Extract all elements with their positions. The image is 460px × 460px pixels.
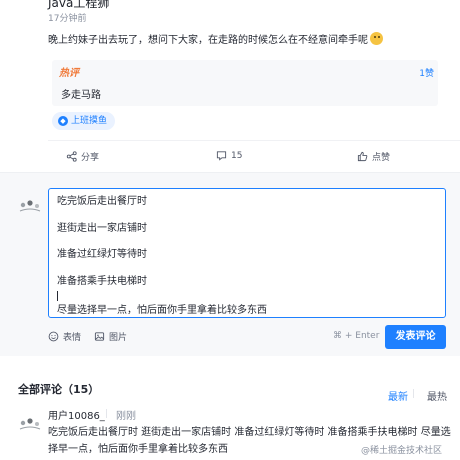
avatar[interactable] bbox=[18, 197, 42, 215]
emoji-label: 表情 bbox=[63, 333, 82, 343]
divider bbox=[106, 409, 107, 418]
smile-icon bbox=[48, 331, 59, 342]
hot-comment-likes: 1赞 bbox=[419, 69, 434, 79]
hot-comment-text: 多走马路 bbox=[61, 90, 101, 101]
sort-hottest-tab[interactable]: 最热 bbox=[427, 388, 447, 403]
editor-line: 吃完饭后走出餐厅时 bbox=[57, 196, 147, 207]
page: Java工程狮 17分钟前 晚上约妹子出去玩了，想问下大家，在走路的时候怎么在不… bbox=[0, 0, 460, 460]
image-button[interactable]: 图片 bbox=[94, 330, 127, 343]
all-comments-title: 全部评论（15） bbox=[18, 383, 100, 396]
shortcut-hint: ⌘ + Enter bbox=[333, 331, 380, 341]
image-label: 图片 bbox=[109, 333, 128, 343]
thinking-emoji-icon bbox=[370, 32, 383, 45]
sort-newest-tab[interactable]: 最新 bbox=[388, 388, 408, 403]
share-label: 分享 bbox=[81, 153, 100, 163]
editor-line: 尽量选择早一点，怕后面你手里拿着比较多东西 bbox=[57, 304, 267, 316]
post-content: 晚上约妹子出去玩了，想问下大家，在走路的时候怎么在不经意间牵手呢 bbox=[48, 32, 448, 49]
hot-comment[interactable]: 热评 1赞 多走马路 bbox=[52, 60, 438, 106]
editor-line: 逛街走出一家店铺时 bbox=[57, 222, 147, 234]
image-icon bbox=[94, 332, 105, 341]
comment-icon bbox=[216, 151, 227, 161]
share-button[interactable]: 分享 bbox=[66, 150, 99, 163]
avatar[interactable] bbox=[18, 415, 42, 433]
post-text: 晚上约妹子出去玩了，想问下大家，在走路的时候怎么在不经意间牵手呢 bbox=[48, 35, 368, 46]
topic-label: 上班摸鱼 bbox=[71, 116, 108, 126]
hot-comment-tag: 热评 bbox=[59, 68, 79, 79]
thumbs-up-icon bbox=[357, 151, 368, 162]
comment-count: 15 bbox=[231, 150, 243, 161]
comment-textarea[interactable]: 吃完饭后走出餐厅时 逛街走出一家店铺时 准备过红绿灯等待时 准备搭乘手扶电梯时 … bbox=[48, 188, 446, 318]
topic-circle-icon: ◆ bbox=[58, 116, 68, 126]
post-author[interactable]: Java工程狮 bbox=[48, 0, 109, 11]
submit-comment-button[interactable]: 发表评论 bbox=[385, 325, 446, 349]
like-button[interactable]: 点赞 bbox=[357, 150, 390, 163]
divider bbox=[48, 140, 460, 141]
topic-tag[interactable]: ◆ 上班摸鱼 bbox=[52, 112, 116, 130]
editor-line: 准备搭乘手扶电梯时 bbox=[57, 275, 147, 287]
comment-username[interactable]: 用户10086_ bbox=[48, 407, 105, 422]
editor-line: 准备过红绿灯等待时 bbox=[57, 249, 147, 260]
watermark: @稀土掘金技术社区 bbox=[361, 446, 443, 456]
comment-time: 刚刚 bbox=[116, 411, 136, 422]
like-label: 点赞 bbox=[372, 153, 391, 163]
emoji-button[interactable]: 表情 bbox=[48, 330, 81, 343]
post-time: 17分钟前 bbox=[48, 14, 87, 24]
divider bbox=[413, 389, 414, 398]
share-icon bbox=[66, 151, 77, 162]
text-caret bbox=[57, 290, 58, 301]
comment-count-button[interactable]: 15 bbox=[216, 150, 242, 161]
